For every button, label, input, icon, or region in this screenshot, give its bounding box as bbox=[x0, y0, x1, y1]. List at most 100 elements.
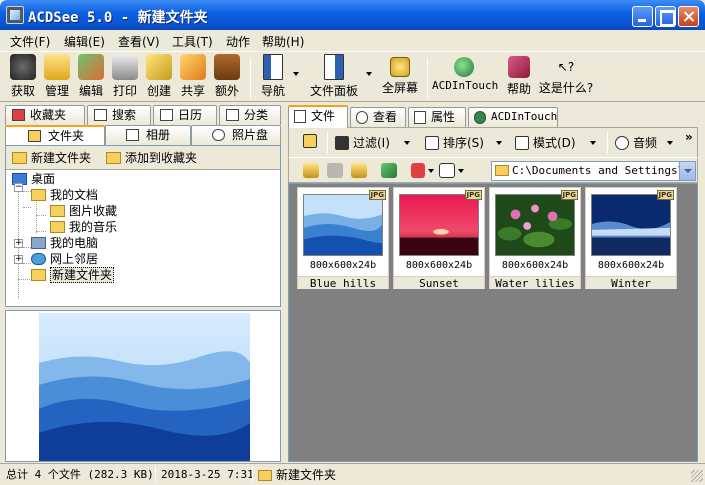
file-pane-dropdown-arrow[interactable] bbox=[366, 72, 372, 76]
blue-hills-thumbnail-image bbox=[303, 194, 383, 256]
file-pane-button[interactable]: 文件面板 bbox=[308, 54, 360, 99]
edit-button[interactable]: 编辑 bbox=[74, 54, 108, 99]
tab-favorites[interactable]: 收藏夹 bbox=[5, 105, 85, 125]
path-combo-box[interactable]: C:\Documents and Settings\sx bbox=[491, 161, 696, 181]
tree-item-network-places[interactable]: 网上邻居 bbox=[31, 251, 98, 267]
image-preview-pane bbox=[5, 310, 281, 462]
music-folder-icon bbox=[50, 221, 65, 233]
binoculars-icon bbox=[94, 109, 107, 121]
folder-icon bbox=[31, 269, 46, 281]
folder-tree[interactable]: 新建文件夹 添加到收藏夹 桌面 − 我的文档 图片收藏 我的音乐 + 我的电脑 … bbox=[5, 145, 281, 307]
menu-file[interactable]: 文件(F) bbox=[10, 33, 50, 50]
tab-photo-disc[interactable]: 照片盘 bbox=[191, 125, 281, 145]
navigate-dropdown-arrow[interactable] bbox=[293, 72, 299, 76]
file-name: Sunset bbox=[394, 276, 484, 290]
jpg-badge-icon: JPG bbox=[560, 190, 578, 200]
share-button[interactable]: 共享 bbox=[176, 54, 210, 99]
file-thumbnail-blue-hills[interactable]: JPG 800x600x24b Blue hills bbox=[297, 187, 389, 290]
expander-my-computer[interactable]: + bbox=[14, 239, 23, 248]
file-name: Blue hills bbox=[298, 276, 388, 290]
acdsee-app-icon[interactable] bbox=[6, 6, 24, 24]
refresh-icon[interactable] bbox=[381, 163, 397, 178]
magic-wand-icon bbox=[146, 54, 172, 80]
file-dimensions: 800x600x24b bbox=[501, 260, 569, 271]
sort-az-icon bbox=[425, 136, 439, 150]
tree-item-my-documents[interactable]: 我的文档 bbox=[31, 187, 98, 203]
treasure-chest-icon bbox=[214, 54, 240, 80]
tab-view[interactable]: 查看 bbox=[350, 107, 406, 127]
menu-bar: 文件(F) 编辑(E) 查看(V) 工具(T) 动作 帮助(H) bbox=[0, 30, 705, 51]
path-dropdown-button[interactable] bbox=[679, 162, 695, 180]
resize-grip[interactable] bbox=[691, 470, 703, 482]
file-thumbnail-winter[interactable]: JPG 800x600x24b Winter bbox=[585, 187, 677, 290]
tree-item-my-pictures[interactable]: 图片收藏 bbox=[50, 203, 117, 219]
tab-categories[interactable]: 分类 bbox=[219, 105, 281, 125]
tree-item-my-music[interactable]: 我的音乐 bbox=[50, 219, 117, 235]
tab-acdintouch[interactable]: ACDInTouch bbox=[468, 107, 558, 127]
forward-icon[interactable] bbox=[327, 163, 343, 178]
winter-thumbnail-image bbox=[591, 194, 671, 256]
print-button[interactable]: 打印 bbox=[108, 54, 142, 99]
menu-view[interactable]: 查看(V) bbox=[118, 33, 160, 50]
new-folder-button[interactable]: 新建文件夹 bbox=[12, 150, 91, 166]
folder-icon bbox=[28, 130, 41, 142]
tree-item-new-folder[interactable]: 新建文件夹 bbox=[31, 267, 115, 283]
tab-search[interactable]: 搜索 bbox=[87, 105, 151, 125]
folder-icon bbox=[258, 470, 272, 481]
title-bar[interactable]: ACDSee 5.0 - 新建文件夹 bbox=[0, 0, 705, 30]
right-tabs: 文件 查看 属性 ACDInTouch bbox=[288, 105, 698, 128]
maximize-button[interactable] bbox=[655, 6, 676, 27]
add-to-favorites-button[interactable]: 添加到收藏夹 bbox=[106, 150, 197, 166]
menu-help[interactable]: 帮助(H) bbox=[262, 33, 304, 50]
file-list[interactable]: JPG 800x600x24b Blue hills JPG 800x600x2… bbox=[288, 183, 698, 462]
toolbar-overflow-button[interactable]: » bbox=[685, 130, 693, 144]
close-button[interactable] bbox=[678, 6, 699, 27]
help-button[interactable]: 帮助 bbox=[502, 54, 536, 97]
minimize-button[interactable] bbox=[632, 6, 653, 27]
folder-open-icon bbox=[303, 134, 317, 148]
tab-properties[interactable]: 属性 bbox=[408, 107, 466, 127]
tab-calendar[interactable]: 日历 bbox=[153, 105, 217, 125]
create-button[interactable]: 创建 bbox=[142, 54, 176, 99]
file-thumbnail-sunset[interactable]: JPG 800x600x24b Sunset bbox=[393, 187, 485, 290]
window-title: ACDSee 5.0 - 新建文件夹 bbox=[28, 10, 208, 26]
file-thumbnail-water-lilies[interactable]: JPG 800x600x24b Water lilies bbox=[489, 187, 581, 290]
navigate-button[interactable]: 导航 bbox=[256, 54, 290, 99]
tree-item-my-computer[interactable]: 我的电脑 bbox=[31, 235, 98, 251]
file-list-toolbar: 过滤(I) 排序(S) 模式(D) 音频 » bbox=[288, 127, 698, 157]
expander-my-documents[interactable]: − bbox=[14, 183, 23, 192]
parent-folder-icon[interactable] bbox=[351, 163, 367, 178]
manage-button[interactable]: 管理 bbox=[40, 54, 74, 99]
share-icon bbox=[180, 54, 206, 80]
category-icon bbox=[226, 109, 239, 121]
acquire-button[interactable]: 获取 bbox=[6, 54, 40, 99]
back-icon[interactable] bbox=[303, 163, 319, 178]
audio-button[interactable]: 音频 bbox=[615, 134, 674, 151]
status-total-files: 总计 4 个文件 (282.3 KB) bbox=[6, 468, 154, 481]
expander-network[interactable]: + bbox=[14, 255, 23, 264]
whats-this-button[interactable]: ↖? 这是什么? bbox=[538, 54, 594, 96]
filter-button[interactable]: 过滤(I) bbox=[335, 134, 410, 151]
blue-hills-preview-image bbox=[39, 313, 250, 461]
add-favorite-icon bbox=[106, 152, 121, 164]
favorites-dropdown-arrow[interactable] bbox=[428, 169, 434, 173]
properties-icon bbox=[414, 111, 426, 124]
sort-button[interactable]: 排序(S) bbox=[425, 134, 502, 151]
extras-button[interactable]: 额外 bbox=[210, 54, 244, 99]
pane-splitter[interactable] bbox=[281, 105, 288, 462]
favorites-heart-icon[interactable] bbox=[411, 163, 425, 178]
tab-file[interactable]: 文件 bbox=[288, 105, 348, 128]
menu-edit[interactable]: 编辑(E) bbox=[64, 33, 105, 50]
view-mode-dropdown-arrow[interactable] bbox=[458, 169, 464, 173]
acdintouch-button[interactable]: ACDInTouch bbox=[432, 54, 498, 92]
tab-albums[interactable]: 相册 bbox=[105, 125, 191, 145]
tab-folders[interactable]: 文件夹 bbox=[5, 125, 105, 145]
view-mode-icon[interactable] bbox=[439, 163, 455, 178]
computer-icon bbox=[31, 237, 46, 249]
folder-up-button[interactable] bbox=[303, 134, 321, 148]
main-toolbar: 获取 管理 编辑 打印 创建 共享 额外 导航 文件面板 全屏幕 ACDInTo… bbox=[0, 51, 705, 102]
mode-button[interactable]: 模式(D) bbox=[515, 134, 596, 151]
full-screen-button[interactable]: 全屏幕 bbox=[380, 54, 420, 96]
menu-action[interactable]: 动作 bbox=[226, 33, 250, 50]
menu-tools[interactable]: 工具(T) bbox=[172, 33, 213, 50]
